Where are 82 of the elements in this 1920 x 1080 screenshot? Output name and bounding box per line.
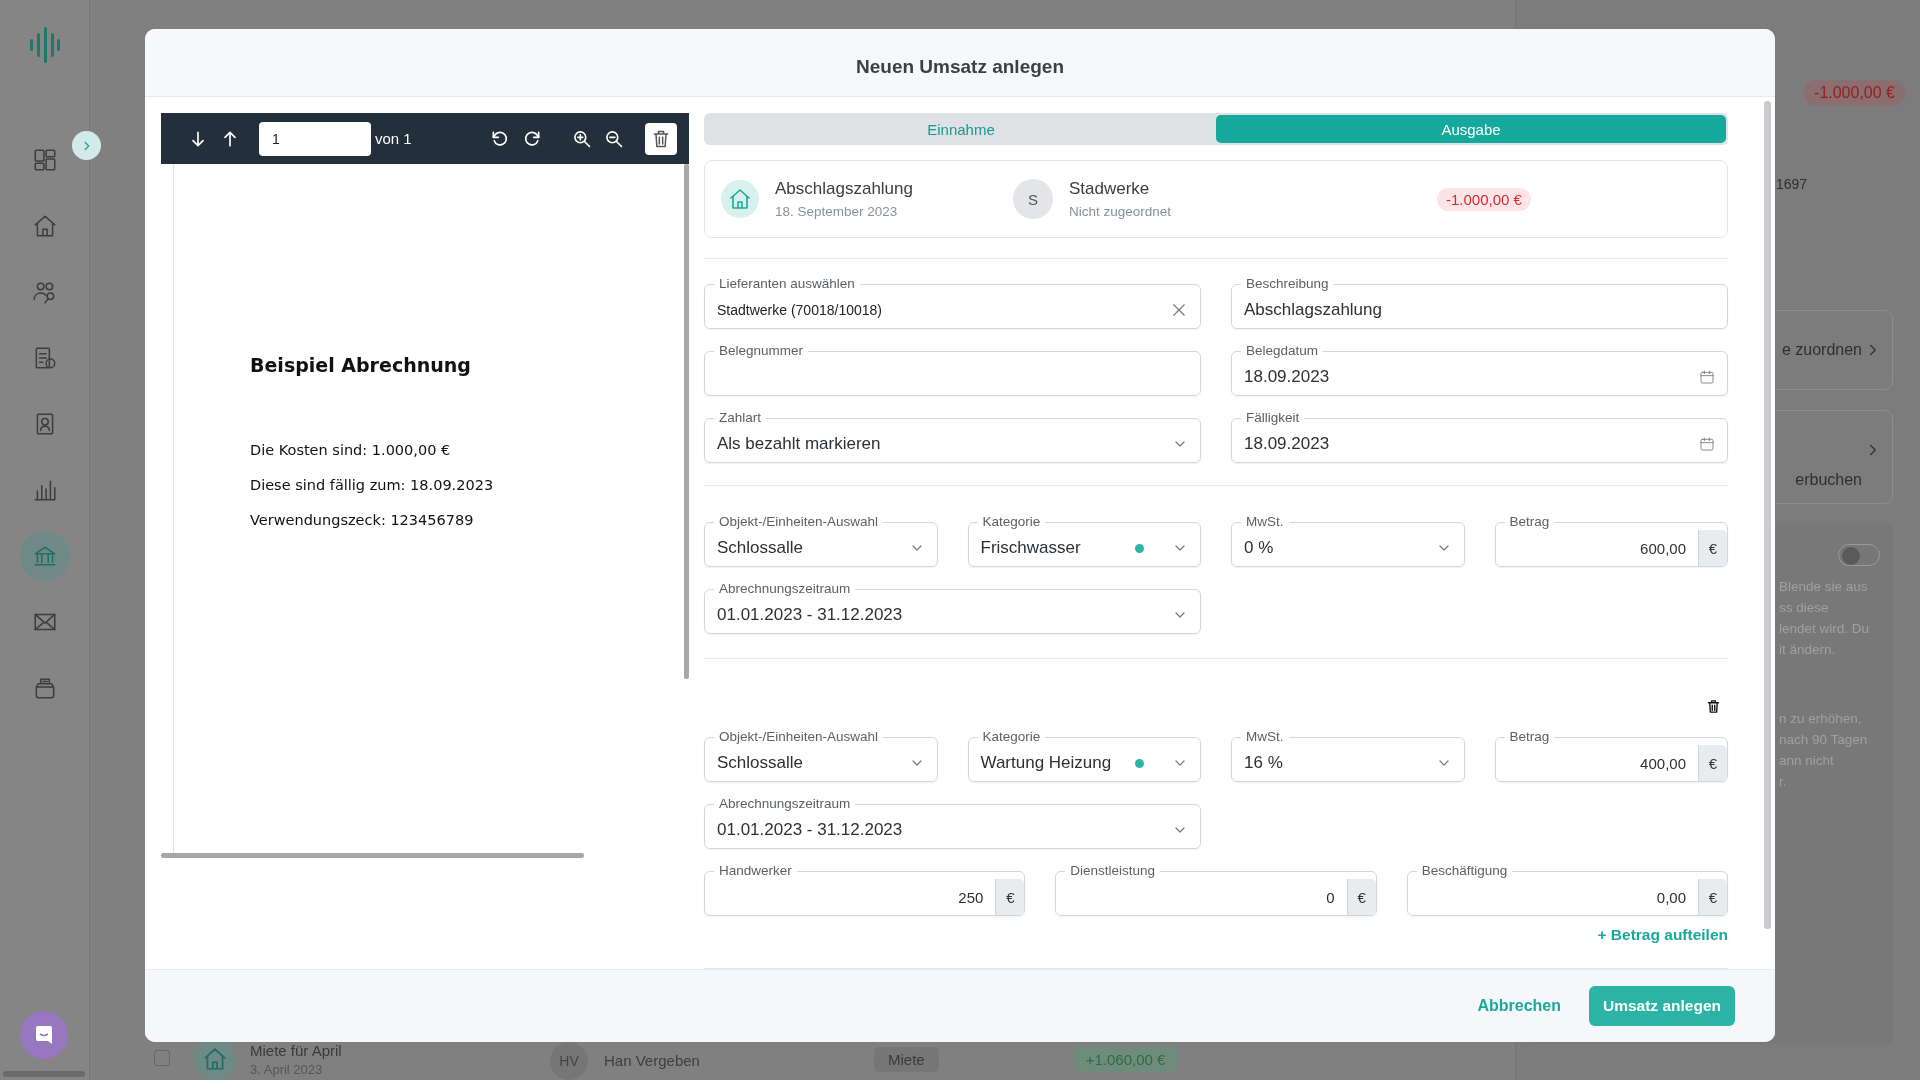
select-field[interactable]: MwSt. 0 % (1231, 514, 1465, 568)
document-title: Beispiel Abrechnung (250, 354, 472, 377)
page-input[interactable]: 1 (259, 121, 371, 156)
transaction-title: Abschlagszahlung (775, 179, 914, 200)
field-label: Betrag (1508, 729, 1551, 746)
currency-addon: € (1346, 879, 1376, 916)
field-label: Betrag (1508, 514, 1551, 531)
dialog-title: Neuen Umsatz anlegen (856, 55, 1064, 78)
logo (29, 27, 60, 63)
select-field[interactable]: Objekt-/Einheiten-Auswahl Schlossalle (704, 514, 938, 568)
action-label: erbuchen (1795, 471, 1862, 489)
date-field[interactable]: Fälligkeit 18.09.2023 (1231, 410, 1728, 464)
date-field[interactable]: Belegdatum 18.09.2023 (1231, 343, 1728, 397)
field-label: Beschreibung (1245, 276, 1330, 293)
transaction-date: 18. September 2023 (775, 204, 899, 220)
field-label: Belegdatum (1245, 343, 1320, 360)
party-status: Nicht zugeordnet (1069, 204, 1173, 220)
amount-field[interactable]: Dienstleistung 0 € (1055, 863, 1377, 917)
currency-addon: € (1698, 745, 1727, 782)
calendar-icon (1699, 436, 1715, 453)
action-label: e zuordnen (1781, 341, 1862, 359)
field-label: MwSt. (1245, 514, 1285, 531)
select-field[interactable]: MwSt. 16 % (1231, 729, 1465, 783)
zoom-in-icon (571, 128, 592, 149)
zoom-out-icon (603, 128, 624, 149)
toggle-switch[interactable] (1838, 544, 1880, 566)
select-field[interactable]: Kategorie Wartung Heizung (967, 729, 1201, 783)
reference-text: 1697 (1776, 176, 1809, 192)
zoom-out-button[interactable] (603, 128, 624, 149)
currency-addon: € (1698, 879, 1727, 916)
transaction-title: Miete für April (250, 1042, 343, 1059)
house-icon (202, 1046, 228, 1072)
field-label: MwSt. (1245, 729, 1285, 746)
chat-button[interactable] (20, 1011, 68, 1059)
document-text: Die Kosten sind: 1.000,00 € (250, 442, 452, 459)
combo-field[interactable]: Lieferanten auswählen Stadtwerke (70018/10018) (704, 276, 1201, 330)
calendar-icon (1699, 369, 1715, 386)
house-icon (728, 187, 752, 212)
checkbox[interactable] (154, 1050, 170, 1066)
page-count: von 1 (375, 130, 412, 148)
field-label: Kategorie (981, 729, 1042, 746)
field-label: Beschäftigung (1420, 863, 1509, 880)
delete-button[interactable] (645, 122, 677, 155)
initial-avatar: S (1013, 179, 1053, 220)
field-label: Objekt-/Einheiten-Auswahl (718, 729, 880, 746)
trash-icon (1706, 699, 1721, 715)
field-label: Lieferanten auswählen (718, 276, 856, 293)
text-field[interactable]: Belegnummer (704, 343, 1201, 397)
field-label: Abrechnungszeitraum (718, 796, 852, 813)
select-field[interactable]: Abrechnungszeitraum 01.01.2023 - 31.12.2023 (704, 796, 1201, 850)
field-label: Kategorie (981, 514, 1042, 531)
select-field[interactable]: Abrechnungszeitraum 01.01.2023 - 31.12.2023 (704, 581, 1201, 635)
sidebar-item[interactable] (19, 531, 70, 581)
field-label: Abrechnungszeitraum (718, 581, 852, 598)
amount-field[interactable]: Handwerker 250 € (704, 863, 1026, 917)
expand-button[interactable] (72, 131, 101, 160)
party-name: Han Vergeben (604, 1052, 701, 1069)
amount-tag: -1.000,00 € (1804, 80, 1905, 106)
zoom-in-button[interactable] (571, 128, 592, 149)
party-name: Stadwerke (1069, 179, 1151, 200)
document-text: Diese sind fällig zum: 18.09.2023 (250, 477, 495, 494)
field-label: Objekt-/Einheiten-Auswahl (718, 514, 880, 531)
text-field[interactable]: Beschreibung Abschlagszahlung (1231, 276, 1728, 330)
document-text: Verwendungszeck: 123456789 (250, 512, 475, 529)
currency-addon: € (995, 879, 1025, 916)
select-field[interactable]: Kategorie Frischwasser (967, 514, 1201, 568)
trash-icon (651, 128, 671, 149)
amount-field[interactable]: Betrag 600,00 € (1494, 514, 1728, 568)
field-label: Zahlart (718, 410, 763, 427)
amount-tag: +1.060,00 € (1073, 1047, 1178, 1072)
field-label: Belegnummer (718, 343, 805, 360)
select-field[interactable]: Objekt-/Einheiten-Auswahl Schlossalle (704, 729, 938, 783)
amount-tag: -1.000,00 € (1437, 187, 1531, 211)
select-field[interactable]: Zahlart Als bezahlt markieren (704, 410, 1201, 464)
grid-icon (31, 147, 58, 173)
amount-field[interactable]: Betrag 400,00 € (1494, 729, 1728, 783)
currency-addon: € (1698, 530, 1727, 567)
amount-field[interactable]: Beschäftigung 0,00 € (1406, 863, 1728, 917)
field-label: Handwerker (718, 863, 793, 880)
field-label: Dienstleistung (1069, 863, 1157, 880)
category-tag: Miete (874, 1047, 939, 1072)
field-label: Fälligkeit (1245, 410, 1301, 427)
